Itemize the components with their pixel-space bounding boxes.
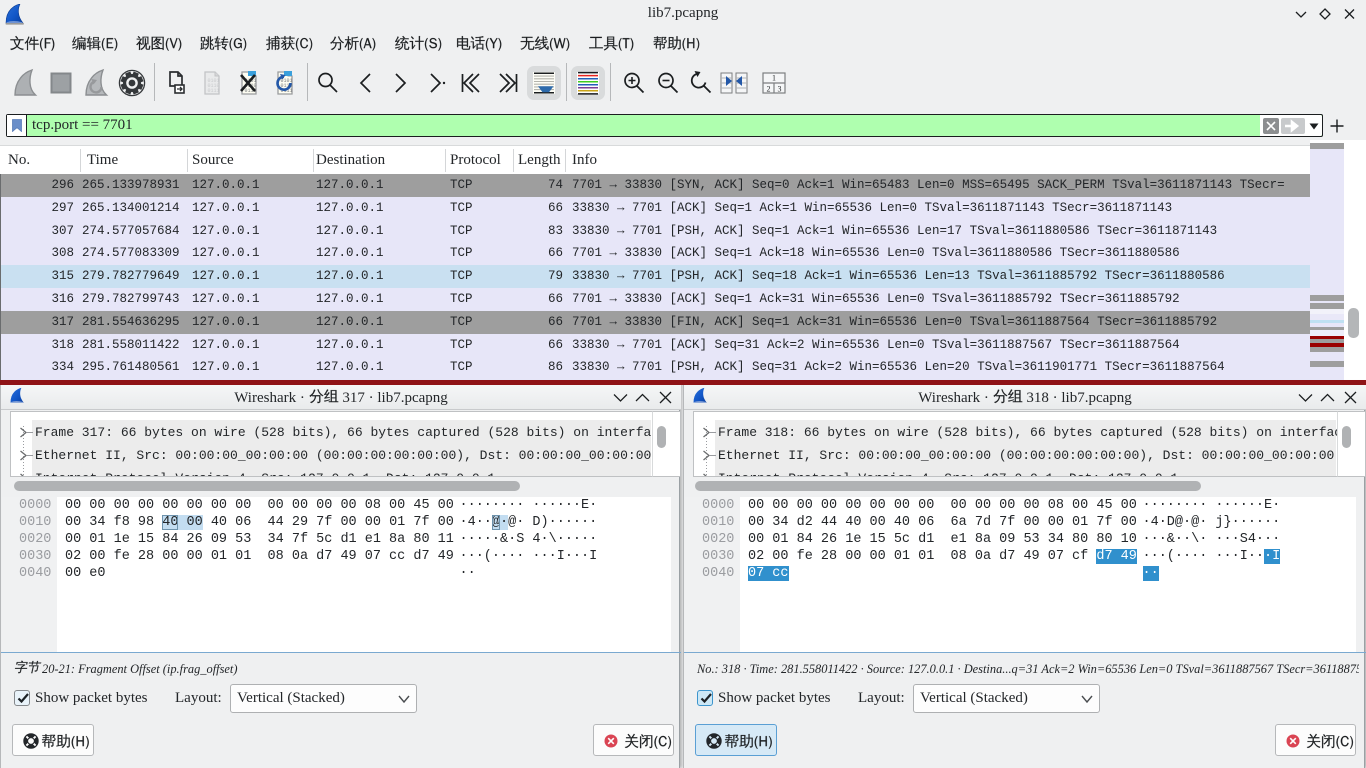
svg-text:2: 2 [767,85,771,94]
svg-text:0111: 0111 [208,88,220,94]
svg-text:3: 3 [778,85,782,94]
svg-text:1: 1 [772,74,776,83]
